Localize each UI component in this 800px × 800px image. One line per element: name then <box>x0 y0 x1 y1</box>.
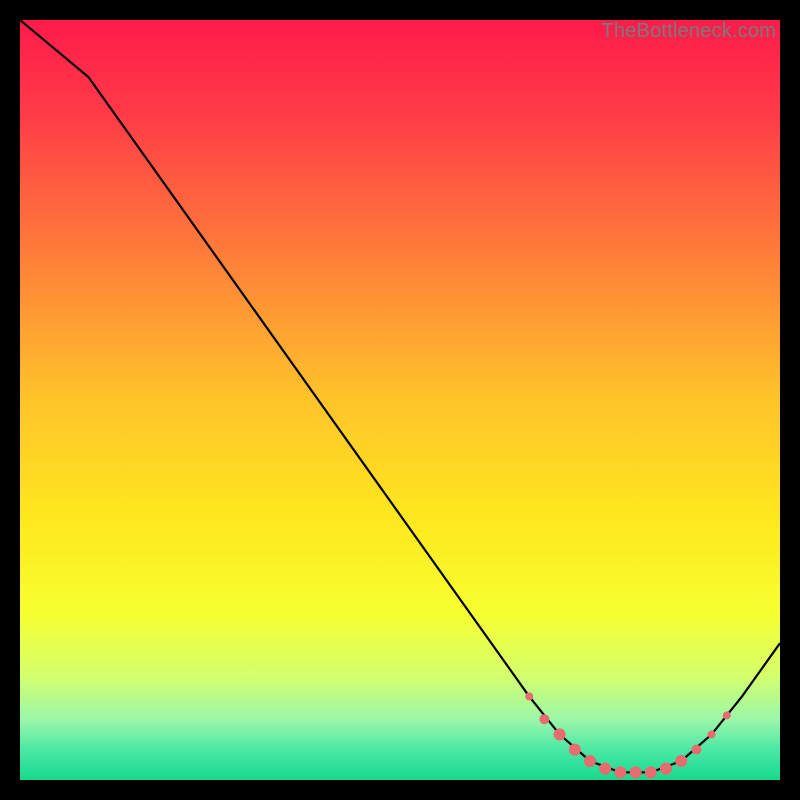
highlight-dot <box>569 744 581 756</box>
highlight-dot <box>723 711 731 719</box>
highlight-dot <box>691 745 701 755</box>
highlight-dot <box>539 714 549 724</box>
bottleneck-chart <box>20 20 780 780</box>
highlight-dot <box>660 763 672 775</box>
highlight-dot <box>584 755 596 767</box>
highlight-dot <box>645 766 657 778</box>
highlight-dot <box>675 755 687 767</box>
highlight-dot <box>708 730 716 738</box>
highlight-dot <box>599 763 611 775</box>
chart-frame: TheBottleneck.com <box>20 20 780 780</box>
highlight-dot <box>614 766 626 778</box>
highlight-dot <box>630 766 642 778</box>
watermark-text: TheBottleneck.com <box>601 20 776 43</box>
gradient-background <box>20 20 780 780</box>
highlight-dot <box>525 692 533 700</box>
highlight-dot <box>554 728 566 740</box>
